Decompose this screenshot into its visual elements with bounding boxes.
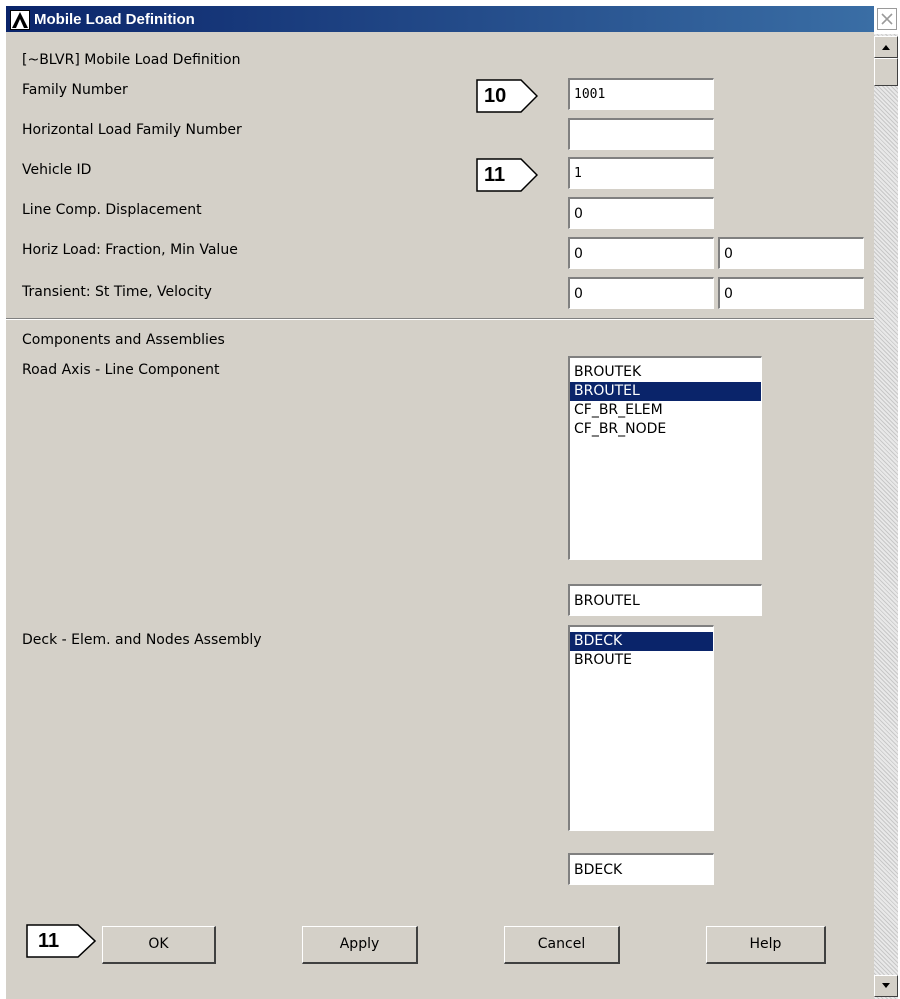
vehicle-id-label: Vehicle ID [22,162,92,178]
horiz-load-label: Horiz Load: Fraction, Min Value [22,242,238,258]
family-number-label: Family Number [22,82,128,98]
list-item-selected[interactable]: BDECK [570,632,713,651]
road-axis-listbox[interactable]: BROUTEK BROUTEL CF_BR_ELEM CF_BR_NODE [568,356,762,560]
callout-ok: 11 [26,924,96,958]
road-axis-label: Road Axis - Line Component [22,362,220,378]
callout-label: 10 [484,85,507,107]
callout-family-number: 10 [476,79,538,113]
apply-button[interactable]: Apply [302,926,418,964]
callout-vehicle-id: 11 [476,158,538,192]
ok-button[interactable]: OK [102,926,216,964]
callout-label: 11 [38,930,60,952]
line-comp-displacement-label: Line Comp. Displacement [22,202,202,218]
horizontal-family-field[interactable] [568,118,714,150]
window-title: Mobile Load Definition [34,11,195,28]
list-item-selected[interactable]: BROUTEL [570,382,761,401]
deck-listbox[interactable]: BDECK BROUTE [568,625,714,831]
horiz-load-min-field[interactable]: 0 [718,237,864,269]
ansys-logo-icon [10,10,30,30]
scroll-down-button[interactable] [874,975,898,997]
horiz-load-fraction-field[interactable]: 0 [568,237,714,269]
arrow-up-icon [882,45,890,50]
deck-label: Deck - Elem. and Nodes Assembly [22,632,262,648]
transient-start-time-field[interactable]: 0 [568,277,714,309]
callout-label: 11 [484,164,506,186]
help-button[interactable]: Help [706,926,826,964]
scroll-up-button[interactable] [874,36,898,58]
arrow-down-icon [882,983,890,988]
transient-velocity-field[interactable]: 0 [718,277,864,309]
close-button[interactable] [877,8,897,30]
line-comp-displacement-field[interactable]: 0 [568,197,714,229]
scroll-thumb[interactable] [874,58,898,86]
components-section-label: Components and Assemblies [22,332,225,348]
transient-label: Transient: St Time, Velocity [22,284,212,300]
list-item[interactable]: CF_BR_NODE [570,420,761,439]
vehicle-id-field[interactable]: 1 [568,157,714,189]
section-divider [6,318,874,320]
road-axis-selection-field[interactable]: BROUTEL [568,584,762,616]
command-title: [~BLVR] Mobile Load Definition [22,52,241,68]
family-number-field[interactable]: 1001 [568,78,714,110]
cancel-button[interactable]: Cancel [504,926,620,964]
list-item[interactable]: BROUTE [570,651,713,670]
list-item[interactable]: BROUTEK [570,363,761,382]
horizontal-family-label: Horizontal Load Family Number [22,122,242,138]
list-item[interactable]: CF_BR_ELEM [570,401,761,420]
vertical-scrollbar[interactable] [874,34,898,999]
deck-selection-field[interactable]: BDECK [568,853,714,885]
